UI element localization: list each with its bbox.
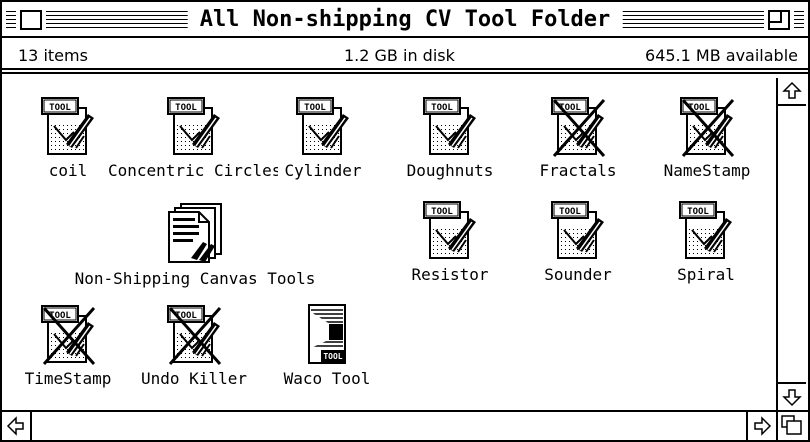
icon-label: Cylinder — [278, 162, 368, 180]
vertical-scrollbar[interactable] — [776, 78, 808, 410]
icon-label: Non-Shipping Canvas Tools — [68, 270, 322, 288]
file-icon-cylinder[interactable]: Cylinder — [278, 96, 368, 180]
file-icon-resistor[interactable]: Resistor — [398, 200, 502, 284]
tool-icon — [296, 97, 350, 155]
file-icon-spiral[interactable]: Spiral — [662, 200, 750, 284]
info-header: 13 items 1.2 GB in disk 645.1 MB availab… — [2, 38, 808, 74]
finder-window: All Non-shipping CV Tool Folder 13 items… — [0, 0, 810, 442]
icon-label: Sounder — [534, 266, 622, 284]
disabled-tool-icon — [167, 305, 222, 366]
tool-icon — [423, 97, 477, 155]
file-icon-coil[interactable]: coil — [24, 96, 112, 180]
icon-label: Concentric Circles — [108, 161, 282, 180]
document-stack-icon — [168, 203, 222, 263]
file-icon-waco-tool[interactable]: TOOL Waco Tool — [272, 304, 382, 388]
horizontal-scrollbar[interactable] — [2, 410, 776, 440]
tool-icon — [167, 97, 221, 155]
file-icon-non-shipping-canvas-tools[interactable]: Non-Shipping Canvas Tools — [68, 200, 322, 288]
file-icon-fractals[interactable]: Fractals — [534, 96, 622, 180]
file-icon-timestamp[interactable]: TimeStamp — [14, 304, 122, 388]
close-box[interactable] — [16, 6, 46, 34]
zoom-box[interactable] — [764, 6, 794, 34]
folder-content: coil Concentric Circles Cylinder Doughnu… — [2, 78, 776, 410]
waco-tool-icon: TOOL — [308, 304, 346, 364]
icon-label: Undo Killer — [138, 370, 250, 388]
resize-grow-box-icon[interactable] — [776, 410, 808, 440]
icon-label: Resistor — [398, 266, 502, 284]
tool-icon — [41, 97, 95, 155]
file-icon-namestamp[interactable]: NameStamp — [648, 96, 766, 180]
window-title: All Non-shipping CV Tool Folder — [187, 6, 623, 34]
file-icon-undo-killer[interactable]: Undo Killer — [138, 304, 250, 388]
tool-icon — [679, 201, 733, 259]
icon-label: coil — [24, 162, 112, 180]
tool-icon — [551, 201, 605, 259]
icon-label: Fractals — [534, 162, 622, 180]
file-icon-sounder[interactable]: Sounder — [534, 200, 622, 284]
disabled-tool-icon — [680, 97, 735, 158]
file-icon-concentric-circles[interactable]: Concentric Circles — [108, 96, 282, 180]
waco-badge-text: TOOL — [323, 352, 342, 361]
tool-icon — [423, 201, 477, 259]
icon-label: TimeStamp — [14, 370, 122, 388]
scroll-down-arrow-icon[interactable] — [778, 382, 806, 410]
disabled-tool-icon — [551, 97, 606, 158]
scroll-right-arrow-icon[interactable] — [746, 412, 776, 440]
scroll-left-arrow-icon[interactable] — [2, 412, 32, 440]
available-space: 645.1 MB available — [645, 46, 798, 65]
scroll-up-arrow-icon[interactable] — [778, 78, 806, 106]
icon-label: NameStamp — [648, 162, 766, 180]
icon-label: Spiral — [662, 266, 750, 284]
icon-label: Doughnuts — [398, 162, 502, 180]
title-bar[interactable]: All Non-shipping CV Tool Folder — [2, 2, 808, 38]
item-count: 13 items — [18, 46, 88, 65]
disk-usage: 1.2 GB in disk — [344, 46, 455, 65]
file-icon-doughnuts[interactable]: Doughnuts — [398, 96, 502, 180]
disabled-tool-icon — [41, 305, 96, 366]
icon-label: Waco Tool — [272, 370, 382, 388]
